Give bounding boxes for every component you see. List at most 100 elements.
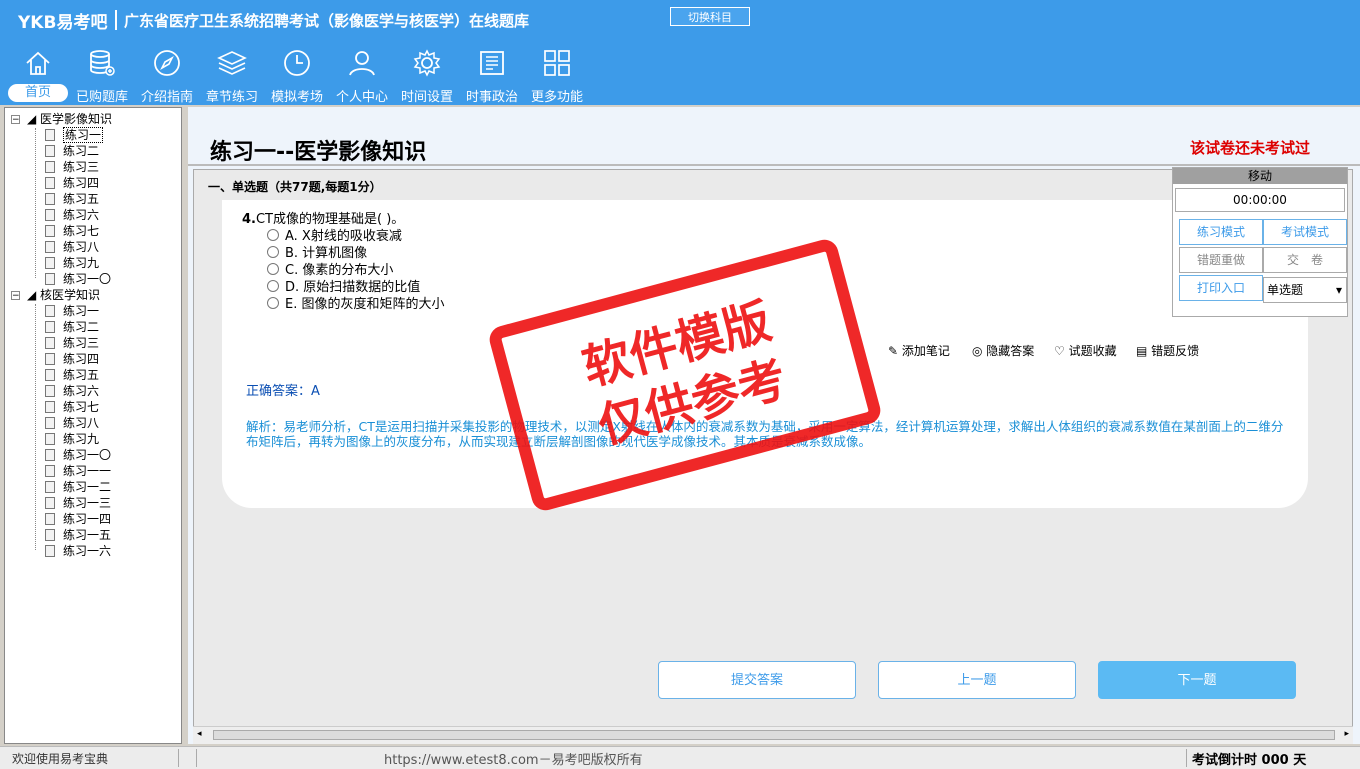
scroll-right-icon[interactable]: ▸ <box>1344 729 1349 739</box>
tree-item-label: 练习五 <box>63 192 100 206</box>
document-icon <box>45 257 55 269</box>
tree-item[interactable]: 练习六 <box>45 384 99 399</box>
radio-icon[interactable] <box>267 280 279 292</box>
nav-more[interactable]: 更多功能 <box>525 48 589 105</box>
tree-item[interactable]: 练习一 <box>45 304 99 319</box>
favorite-button[interactable]: ♡ 试题收藏 <box>1054 342 1117 359</box>
logo-separator <box>115 10 117 30</box>
tree-group-imaging[interactable]: ◢ 医学影像知识 <box>27 112 112 127</box>
nav-guide[interactable]: 介绍指南 <box>135 48 199 105</box>
compass-icon <box>154 50 180 76</box>
timer-display: 00:00:00 <box>1175 188 1345 212</box>
paper-title: 练习一--医学影像知识 <box>210 140 427 165</box>
tree-collapse-toggle[interactable]: − <box>11 291 20 301</box>
exam-countdown: 考试倒计时 000 天 <box>1192 753 1307 768</box>
practice-mode-button[interactable]: 练习模式 <box>1179 219 1263 245</box>
tree-item-label: 练习五 <box>63 368 100 382</box>
hide-answer-button[interactable]: ◎ 隐藏答案 <box>972 342 1034 359</box>
tree-item[interactable]: 练习一六 <box>45 544 111 559</box>
redo-wrong-button[interactable]: 错题重做 <box>1179 247 1263 273</box>
nav-profile[interactable]: 个人中心 <box>330 48 394 105</box>
horizontal-scrollbar[interactable]: ◂ ▸ <box>193 726 1353 744</box>
tree-item[interactable]: 练习七 <box>45 400 99 415</box>
nav-label: 个人中心 <box>335 90 388 105</box>
nav-label: 时间设置 <box>400 90 453 105</box>
question-type-select[interactable]: 单选题 ▾ <box>1263 277 1347 303</box>
tree-item[interactable]: 练习一 <box>45 127 104 143</box>
document-icon <box>45 449 55 461</box>
tree-group-label: 核医学知识 <box>40 288 101 302</box>
tree-item[interactable]: 练习三 <box>45 336 99 351</box>
tree-item[interactable]: 练习九 <box>45 432 99 447</box>
paper-status: 该试卷还未考试过 <box>1190 139 1311 157</box>
drag-handle[interactable]: 移动 <box>1173 168 1347 184</box>
tree-item[interactable]: 练习二 <box>45 144 99 159</box>
add-note-button[interactable]: ✎ 添加笔记 <box>888 342 950 359</box>
grid-icon <box>544 50 570 76</box>
scroll-left-icon[interactable]: ◂ <box>197 729 202 739</box>
feedback-button[interactable]: ▤ 错题反馈 <box>1136 342 1199 359</box>
folder-icon: ◢ <box>27 288 41 302</box>
exam-control-panel: 移动 00:00:00 练习模式 考试模式 错题重做 交 卷 打印入口 单选题 ▾ <box>1172 167 1348 317</box>
exam-mode-button[interactable]: 考试模式 <box>1263 219 1347 245</box>
tree-item[interactable]: 练习八 <box>45 416 99 431</box>
app-logo: YKB易考吧 <box>18 13 108 33</box>
tree-item[interactable]: 练习一〇 <box>45 448 111 463</box>
tree-item[interactable]: 练习二 <box>45 320 99 335</box>
tree-item[interactable]: 练习六 <box>45 208 99 223</box>
switch-subject-button[interactable]: 切换科目 <box>670 7 750 26</box>
document-icon <box>45 401 55 413</box>
prev-question-button[interactable]: 上一题 <box>878 661 1076 699</box>
pencil-icon: ✎ <box>888 344 902 358</box>
tree-item[interactable]: 练习一一 <box>45 464 111 479</box>
nav-time-settings[interactable]: 时间设置 <box>395 48 459 105</box>
document-icon <box>45 193 55 205</box>
tree-item[interactable]: 练习八 <box>45 240 99 255</box>
status-bar: 欢迎使用易考宝典 https://www.etest8.com－易考吧版权所有 … <box>0 746 1360 769</box>
gear-icon <box>413 49 441 77</box>
tree-item[interactable]: 练习三 <box>45 160 99 175</box>
tree-item[interactable]: 练习一三 <box>45 496 111 511</box>
nav-mock-exam[interactable]: 模拟考场 <box>265 48 329 105</box>
tree-item-label: 练习八 <box>63 416 100 430</box>
document-icon <box>45 433 55 445</box>
nav-purchased[interactable]: 已购题库 <box>70 48 134 105</box>
tree-item[interactable]: 练习五 <box>45 192 99 207</box>
tree-item[interactable]: 练习七 <box>45 224 99 239</box>
tree-item-label: 练习一〇 <box>63 272 112 286</box>
radio-icon[interactable] <box>267 297 279 309</box>
option-e[interactable]: E. 图像的灰度和矩阵的大小 <box>267 293 444 312</box>
radio-icon[interactable] <box>267 263 279 275</box>
tree-item[interactable]: 练习九 <box>45 256 99 271</box>
tree-item[interactable]: 练习四 <box>45 352 99 367</box>
tree-item-label: 练习一三 <box>63 496 112 510</box>
scroll-thumb[interactable] <box>213 730 1335 740</box>
tree-item[interactable]: 练习一四 <box>45 512 111 527</box>
document-icon <box>45 529 55 541</box>
nav-label: 已购题库 <box>75 90 128 105</box>
tree-item-label: 练习六 <box>63 208 100 222</box>
tree-item-label: 练习六 <box>63 384 100 398</box>
tree-item[interactable]: 练习五 <box>45 368 99 383</box>
nav-label: 介绍指南 <box>140 90 193 105</box>
tree-item[interactable]: 练习一〇 <box>45 272 111 287</box>
tree-item-label: 练习一一 <box>63 464 112 478</box>
document-icon <box>45 417 55 429</box>
radio-icon[interactable] <box>267 246 279 258</box>
tree-collapse-toggle[interactable]: − <box>11 115 20 125</box>
tree-item[interactable]: 练习一五 <box>45 528 111 543</box>
submit-paper-button[interactable]: 交 卷 <box>1263 247 1347 273</box>
submit-answer-button[interactable]: 提交答案 <box>658 661 856 699</box>
print-button[interactable]: 打印入口 <box>1179 275 1263 301</box>
nav-chapter[interactable]: 章节练习 <box>200 48 264 105</box>
next-question-button[interactable]: 下一题 <box>1098 661 1296 699</box>
tree-item[interactable]: 练习四 <box>45 176 99 191</box>
document-icon <box>45 305 55 317</box>
nav-current-affairs[interactable]: 时事政治 <box>460 48 524 105</box>
tree-group-nuclear[interactable]: ◢ 核医学知识 <box>27 288 100 303</box>
nav-home[interactable]: 首页 <box>6 48 70 104</box>
clock-icon <box>284 50 310 76</box>
tree-item-label: 练习七 <box>63 400 100 414</box>
radio-icon[interactable] <box>267 229 279 241</box>
tree-item[interactable]: 练习一二 <box>45 480 111 495</box>
